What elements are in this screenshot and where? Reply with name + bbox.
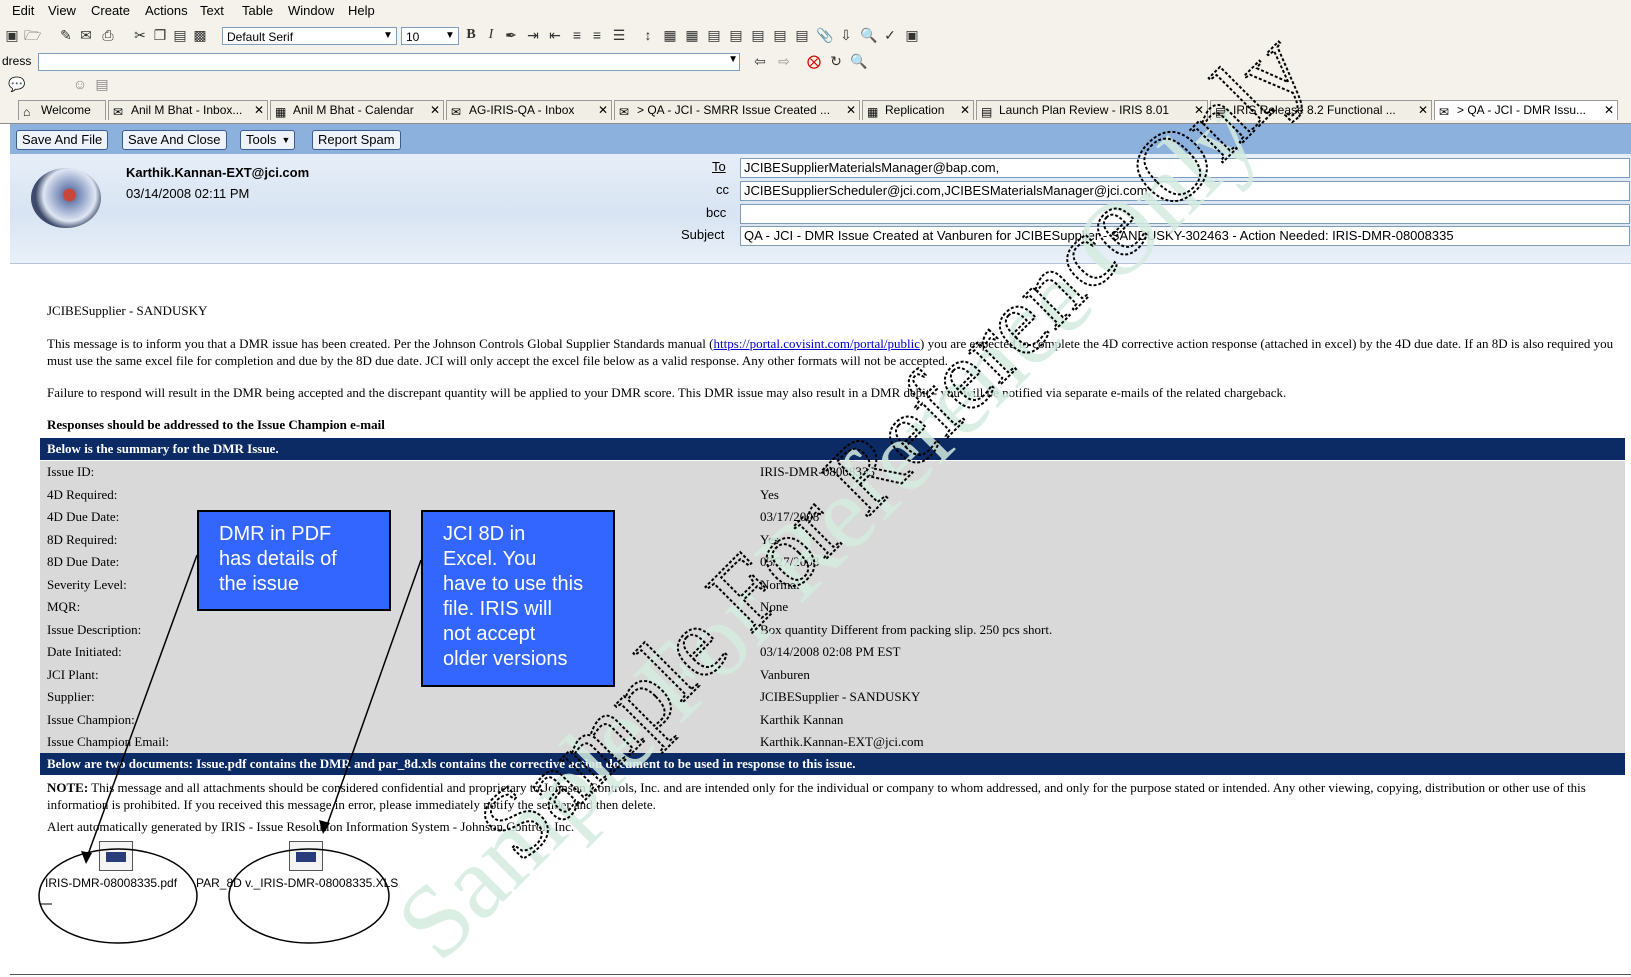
annotation-overlay xyxy=(38,554,422,944)
window-bottom-border xyxy=(10,974,1631,975)
xls-arrow-line xyxy=(324,559,422,832)
pdf-arrow-line xyxy=(85,554,198,861)
pdf-highlight-ellipse xyxy=(38,848,198,944)
xls-highlight-ellipse xyxy=(228,848,390,944)
